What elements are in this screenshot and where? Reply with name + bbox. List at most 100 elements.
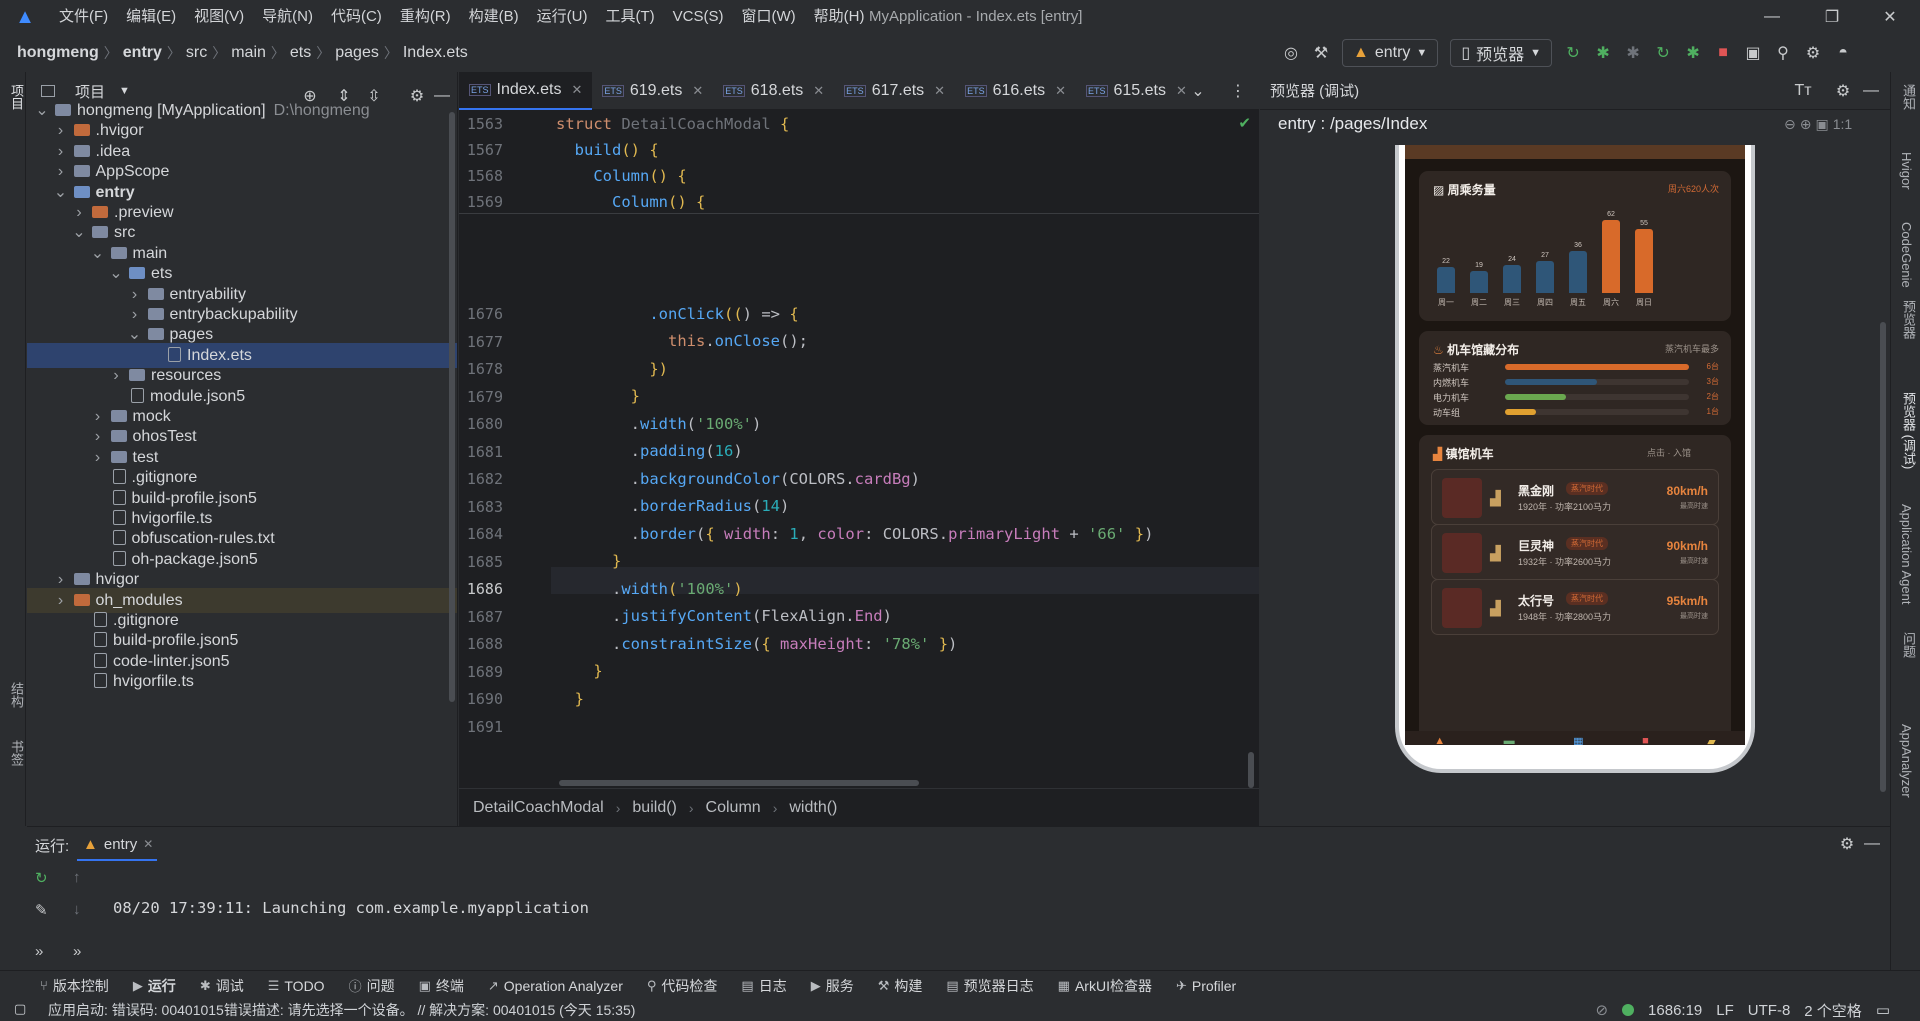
target-icon[interactable]: ◎ — [1276, 38, 1306, 68]
tab-train-icon[interactable]: ▬ — [1504, 735, 1515, 745]
right-tool-7[interactable]: AppAnalyzer — [1899, 724, 1914, 798]
code-line-1676[interactable]: .onClick(() => { — [556, 305, 798, 323]
weekly-bar[interactable] — [1470, 270, 1488, 293]
device-manager-icon[interactable]: ▣ — [1738, 38, 1768, 68]
preview-scrollbar[interactable] — [1880, 322, 1886, 792]
distribution-card[interactable]: ♨ 机车馆藏分布 蒸汽机车最多 蒸汽机车 6台 内燃机车 3台 电力机车 2台 动车组 1台 — [1419, 331, 1731, 425]
close-tab-icon[interactable]: ✕ — [1055, 83, 1066, 99]
toolwindow-12[interactable]: ▦ ArkUI检查器 — [1058, 976, 1152, 996]
breadcrumb-project[interactable]: hongmeng — [14, 44, 102, 62]
close-tab-icon[interactable]: ✕ — [571, 82, 582, 98]
scroll-down-icon[interactable]: ↓ — [73, 901, 81, 918]
tab-home-icon[interactable]: ▲ — [1434, 735, 1445, 745]
toolwindow-9[interactable]: ▶ 服务 — [811, 976, 854, 996]
toolwindow-11[interactable]: ▤ 预览器日志 — [946, 976, 1033, 996]
run-config-select[interactable]: ▲ entry ▼ — [1342, 39, 1439, 67]
scroll-up-icon[interactable]: ↑ — [73, 869, 81, 886]
menu-item-4[interactable]: 代码(C) — [322, 0, 391, 34]
tab-618-ets[interactable]: ETS 618.ets ✕ — [713, 72, 834, 110]
toolwindow-2[interactable]: ✱ 调试 — [200, 976, 244, 996]
weekly-bar[interactable] — [1602, 220, 1620, 293]
breadcrumb-pages[interactable]: pages — [332, 44, 382, 62]
horizontal-scrollbar[interactable] — [559, 780, 919, 786]
run-tab-entry[interactable]: ▲ entry ✕ — [83, 827, 153, 861]
search-icon[interactable]: ⚲ — [1768, 38, 1798, 68]
tab-map-icon[interactable]: ▦ — [1573, 735, 1583, 746]
locomotive-item[interactable]: ▟ 太行号 蒸汽时代 1948年 · 功率2800马力 95km/h 最高时速 — [1431, 579, 1719, 635]
code-line-1688[interactable]: .constraintSize({ maxHeight: '78%' }) — [556, 635, 957, 653]
readonly-lock-icon[interactable]: ▭ — [1876, 1001, 1890, 1019]
tab-616-ets[interactable]: ETS 616.ets ✕ — [955, 72, 1076, 110]
code-line-1685[interactable]: } — [556, 552, 621, 570]
assistant-icon[interactable]: ◓ — [1828, 38, 1858, 68]
code-crumb-struct[interactable]: DetailCoachModal — [473, 799, 604, 817]
file-encoding[interactable]: UTF-8 — [1748, 1002, 1791, 1019]
apply-changes-icon[interactable]: ↻ — [1648, 38, 1678, 68]
sticky-line-1569[interactable]: Column() { — [556, 193, 705, 211]
status-message[interactable]: 应用启动: 错误码: 00401015错误描述: 请先选择一个设备。 // 解决… — [48, 1000, 635, 1020]
tab-Index-ets[interactable]: ETS Index.ets ✕ — [459, 71, 593, 110]
bug-hammer-icon[interactable]: ⚒ — [1306, 38, 1336, 68]
code-line-1677[interactable]: this.onClose(); — [556, 332, 808, 350]
toolwindow-5[interactable]: ▣ 终端 — [419, 976, 464, 996]
right-tool-4[interactable]: 预览器 (调试) — [1899, 392, 1918, 469]
breadcrumb-main[interactable]: main — [228, 44, 269, 62]
weekly-bar[interactable] — [1536, 261, 1554, 293]
toolwindow-1[interactable]: ▶ 运行 — [133, 976, 176, 996]
toolwindow-13[interactable]: ✈ Profiler — [1176, 978, 1236, 994]
sticky-line-1563[interactable]: struct DetailCoachModal { — [556, 115, 789, 133]
code-line-1678[interactable]: }) — [556, 360, 668, 378]
zoom-out-icon[interactable]: ⊖ — [1784, 116, 1796, 133]
code-line-1682[interactable]: .backgroundColor(COLORS.cardBg) — [556, 470, 920, 488]
locomotive-item[interactable]: ▟ 黑金刚 蒸汽时代 1920年 · 功率2100马力 80km/h 最高时速 — [1431, 469, 1719, 525]
attach-debugger-icon[interactable]: ✱ — [1618, 38, 1648, 68]
weekly-bar[interactable] — [1437, 267, 1455, 293]
close-tab-icon[interactable]: ✕ — [143, 837, 153, 851]
power-save-icon[interactable]: ⊘ — [1595, 1001, 1608, 1019]
right-tool-3[interactable]: 预览器 — [1899, 300, 1918, 339]
close-tab-icon[interactable]: ✕ — [813, 83, 824, 99]
toolwindow-8[interactable]: ▤ 日志 — [741, 976, 786, 996]
tab-619-ets[interactable]: ETS 619.ets ✕ — [592, 72, 713, 110]
more-actions-icon[interactable]: » — [73, 943, 81, 960]
rerun-icon[interactable]: ↻ — [35, 869, 48, 887]
zoom-in-icon[interactable]: ⊕ — [1800, 116, 1812, 133]
code-line-1679[interactable]: } — [556, 387, 640, 405]
sticky-line-1568[interactable]: Column() { — [556, 167, 686, 185]
fit-screen-icon[interactable]: ▣ — [1815, 116, 1828, 133]
right-tool-0[interactable]: 通知 — [1899, 84, 1918, 110]
toolwindow-7[interactable]: ⚲ 代码检查 — [647, 976, 718, 996]
tab-gift-icon[interactable]: ■ — [1642, 735, 1649, 745]
menu-item-6[interactable]: 构建(B) — [460, 0, 528, 34]
right-tool-2[interactable]: CodeGenie — [1899, 222, 1914, 288]
close-tab-icon[interactable]: ✕ — [692, 83, 703, 99]
settings-icon[interactable]: ⚙ — [1798, 38, 1828, 68]
menu-item-11[interactable]: 帮助(H) — [805, 0, 874, 34]
code-line-1683[interactable]: .borderRadius(14) — [556, 497, 790, 515]
toolwindow-0[interactable]: ⑂ 版本控制 — [40, 976, 109, 996]
menu-item-5[interactable]: 重构(R) — [391, 0, 460, 34]
structure-tool-button[interactable]: 结构 — [7, 682, 26, 708]
menu-item-0[interactable]: 文件(F) — [50, 0, 117, 34]
breadcrumb-file[interactable]: Index.ets — [400, 44, 471, 62]
code-crumb-column[interactable]: Column — [706, 799, 761, 817]
breadcrumb-src[interactable]: src — [183, 44, 210, 62]
code-crumb-build[interactable]: build() — [632, 799, 676, 817]
toolwindow-3[interactable]: ☰ TODO — [268, 978, 325, 994]
toolwindow-10[interactable]: ⚒ 构建 — [878, 976, 923, 996]
bookmarks-tool-button[interactable]: 书签 — [7, 740, 26, 766]
menu-item-8[interactable]: 工具(T) — [596, 0, 663, 34]
code-line-1689[interactable]: } — [556, 662, 602, 680]
code-line-1684[interactable]: .border({ width: 1, color: COLORS.primar… — [556, 525, 1154, 543]
vertical-scrollbar[interactable] — [1248, 752, 1254, 788]
code-line-1686[interactable]: .width('100%') — [556, 580, 743, 598]
font-size-icon[interactable]: Tт — [1788, 76, 1818, 106]
code-crumb-width[interactable]: width() — [789, 799, 837, 817]
breadcrumb-ets[interactable]: ets — [287, 44, 314, 62]
tree-row[interactable]: hvigorfile.ts — [27, 669, 457, 694]
profile-icon[interactable]: ✱ — [1678, 38, 1708, 68]
wrench-icon[interactable]: ✎ — [35, 901, 48, 919]
panel-toggle-icon[interactable]: ▢ — [14, 1001, 26, 1017]
right-tool-5[interactable]: Application Agent — [1899, 504, 1914, 604]
maximize-icon[interactable]: ❐ — [1804, 0, 1860, 34]
